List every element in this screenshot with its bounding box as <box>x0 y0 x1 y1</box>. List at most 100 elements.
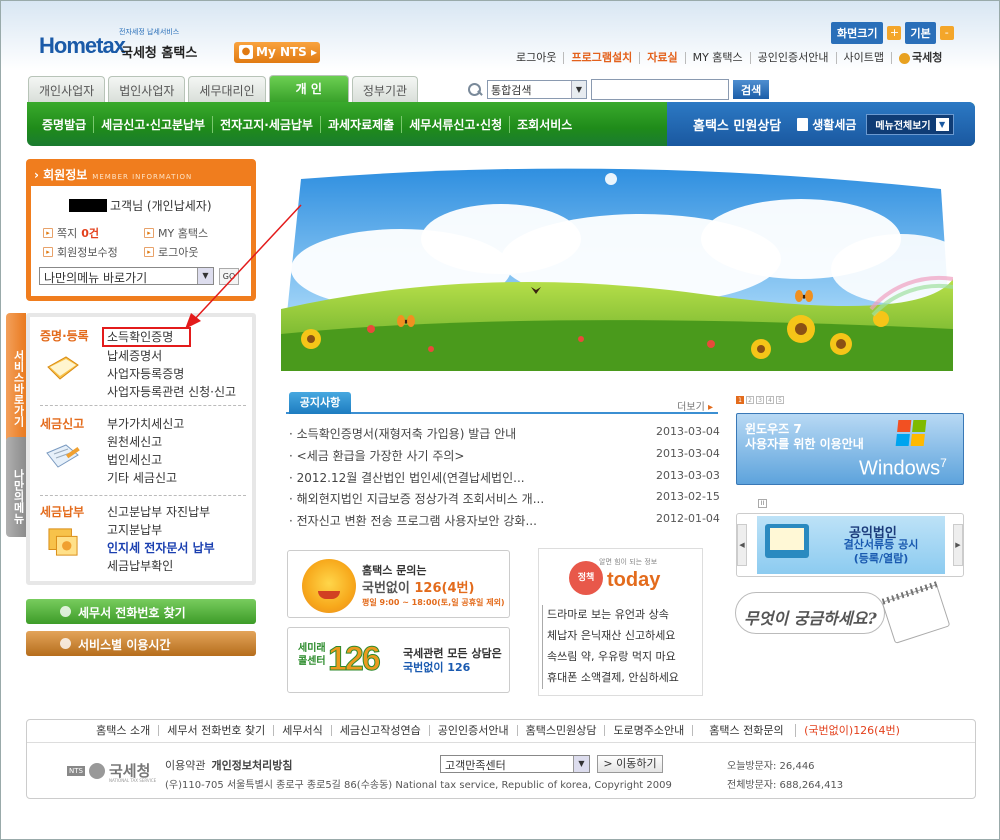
chevron-right-icon[interactable]: ▶ <box>953 524 963 566</box>
family-site-select[interactable]: 고객만족센터 ▼ <box>440 755 590 773</box>
hometax-logo[interactable]: Hometax 전자세정 납세서비스 국세청 홈택스 <box>39 27 209 67</box>
service-item-stamp-tax[interactable]: 인지세 전자문서 납부 <box>107 539 215 557</box>
gnb-item-tax-filing[interactable]: 세금신고·신고분납부 <box>93 116 212 133</box>
tab-my-menu[interactable]: 나만의메뉴 <box>6 437 26 537</box>
service-items: 신고분납부 자진납부 고지분납부 인지세 전자문서 납부 세금납부확인 <box>107 503 215 575</box>
notice-more-link[interactable]: 더보기 ▸ <box>677 398 713 413</box>
quick-menu-go-button[interactable]: GO <box>219 268 239 285</box>
top-link-my-hometax[interactable]: MY 홈택스 <box>684 52 750 64</box>
my-hometax-link[interactable]: ▸ MY 홈택스 <box>144 225 208 241</box>
policy-today-item[interactable]: 속쓰림 약, 우유랑 먹지 마요 <box>542 647 700 668</box>
tab-personal[interactable]: 개 인 <box>268 75 349 102</box>
service-item-income-cert[interactable]: 소득확인증명 <box>102 327 236 347</box>
my-nts-button[interactable]: ● My NTS ▸ <box>234 42 320 63</box>
font-default-button[interactable]: 기본 <box>905 22 936 44</box>
footer-link[interactable]: 세무서식 <box>273 725 330 736</box>
pager-page[interactable]: 4 <box>766 396 774 404</box>
chevron-left-icon[interactable]: ◀ <box>737 524 747 566</box>
tax-office-phone-button[interactable]: 세무서 전화번호 찾기 <box>26 599 256 624</box>
service-item-vat[interactable]: 부가가치세신고 <box>107 415 184 433</box>
service-hours-button[interactable]: 서비스별 이용시간 <box>26 631 256 656</box>
policy-today-item[interactable]: 체납자 은닉재산 신고하세요 <box>542 626 700 647</box>
gnb-item-document-request[interactable]: 세무서류신고·신청 <box>401 116 509 133</box>
semirae-call-center-banner[interactable]: 세미래 콜센터 126 국세관련 모든 상담은 국번없이 126 <box>287 627 510 693</box>
visitor-counter: 오늘방문자: 26,446 전체방문자: 688,264,413 <box>727 757 843 795</box>
service-item-tax-payment-cert[interactable]: 납세증명서 <box>107 347 236 365</box>
gnb-item-certificate[interactable]: 증명발급 <box>35 116 93 133</box>
top-link-program[interactable]: 프로그램설치 <box>563 52 639 64</box>
service-item-business-reg-cert[interactable]: 사업자등록증명 <box>107 365 236 383</box>
tab-individual-business[interactable]: 개인사업자 <box>28 76 106 102</box>
public-corp-link[interactable]: 공익법인 결산서류등 공시 (등록/열람) <box>757 516 945 574</box>
policy-today-item[interactable]: 드라마로 보는 유언과 상속 <box>542 605 700 626</box>
notice-tab[interactable]: 공지사항 <box>289 392 351 414</box>
privacy-link[interactable]: 개인정보처리방침 <box>211 759 292 772</box>
top-link-archive[interactable]: 자료실 <box>639 52 684 64</box>
service-item-self-payment[interactable]: 신고분납부 자진납부 <box>107 503 215 521</box>
service-item-other-tax[interactable]: 기타 세금신고 <box>107 469 184 487</box>
faq-text: 무엇이 궁금하세요? <box>744 609 877 628</box>
pager-page[interactable]: 1 <box>736 396 744 404</box>
call-banner-number: 126(4번) <box>414 581 475 596</box>
windows7-banner[interactable]: 윈도우즈 7 사용자를 위한 이용안내 Windows7 <box>736 413 964 485</box>
logo-tag: 전자세정 납세서비스 <box>119 28 180 36</box>
top-link-sitemap[interactable]: 사이트맵 <box>835 52 891 64</box>
note-link[interactable]: ▸ 쪽지 0건 <box>43 225 99 241</box>
nts-link[interactable]: 국세청 <box>891 52 949 64</box>
footer-link[interactable]: 공인인증서안내 <box>428 725 517 736</box>
top-link-cert[interactable]: 공인인증서안내 <box>749 52 836 64</box>
tab-corporate[interactable]: 법인사업자 <box>108 76 186 102</box>
pager-page[interactable]: 2 <box>746 396 754 404</box>
tab-service-shortcut[interactable]: 서비스바로가기 <box>6 313 26 443</box>
tab-tax-agent[interactable]: 세무대리인 <box>188 76 266 102</box>
search-scope-value: 통합검색 <box>491 84 532 97</box>
all-menu-button[interactable]: 메뉴전체보기 ▼ <box>866 113 954 135</box>
notice-row[interactable]: · <세금 환급을 가장한 사기 주의> 2013-03-04 <box>289 447 720 467</box>
call-center-banner[interactable]: 홈택스 문의는 국번없이 126(4번) 평일 9:00 ~ 18:00(토,일… <box>287 550 510 618</box>
global-nav: 증명발급 세금신고·신고분납부 전자고지·세금납부 과세자료제출 세무서류신고·… <box>27 102 975 146</box>
service-item-withholding[interactable]: 원천세신고 <box>107 433 184 451</box>
gnb-cs-link[interactable]: 홈택스 민원상담 <box>667 115 789 134</box>
faq-banner[interactable]: 무엇이 궁금하세요? <box>735 584 955 646</box>
notice-row[interactable]: · 2012.12월 결산법인 법인세(연결납세법인... 2013-03-03 <box>289 469 720 489</box>
top-link-logout[interactable]: 로그아웃 <box>509 52 563 64</box>
footer-link[interactable]: 세금신고작성연습 <box>330 725 429 736</box>
logout-link[interactable]: ▸ 로그아웃 <box>144 244 198 260</box>
windows7-line2: 사용자를 위한 이용안내 <box>745 437 864 451</box>
pager-page[interactable]: 5 <box>776 396 784 404</box>
search-button[interactable]: 검색 <box>733 80 770 99</box>
search-scope-select[interactable]: 통합검색 ▼ <box>487 80 587 99</box>
footer-link[interactable]: 도로명주소안내 <box>604 725 692 736</box>
pager-page[interactable]: 3 <box>756 396 764 404</box>
public-corp-line2: (등록/열람) <box>853 552 909 565</box>
quick-menu-select[interactable]: 나만의메뉴 바로가기 ▼ <box>39 267 214 285</box>
footer-link[interactable]: 홈택스민원상담 <box>516 725 605 736</box>
gnb-item-data-submit[interactable]: 과세자료제출 <box>319 116 401 133</box>
user-type: 고객님 (개인납세자) <box>110 199 212 213</box>
gnb-item-e-bill[interactable]: 전자고지·세금납부 <box>212 116 320 133</box>
tab-government[interactable]: 정부기관 <box>351 76 419 102</box>
edit-info-link[interactable]: ▸ 회원정보수정 <box>43 244 118 260</box>
font-minus-button[interactable]: - <box>939 26 954 40</box>
service-item-corporate-tax[interactable]: 법인세신고 <box>107 451 184 469</box>
footer-link[interactable]: 세무서 전화번호 찾기 <box>158 725 273 736</box>
gnb-life-tax-link[interactable]: 생활세금 <box>789 116 856 133</box>
chevron-down-icon: ▼ <box>935 117 949 131</box>
family-site-go-button[interactable]: > 이동하기 <box>597 755 663 773</box>
policy-today-item[interactable]: 휴대폰 소액결제, 안심하세요 <box>542 668 700 689</box>
headset-mascot-icon <box>302 559 356 613</box>
search-input[interactable] <box>591 79 729 100</box>
notice-row[interactable]: · 소득확인증명서(재형저축 가입용) 발급 안내 2013-03-04 <box>289 425 720 445</box>
service-category: 세금신고 <box>40 417 85 431</box>
font-plus-button[interactable]: + <box>887 26 902 40</box>
service-item-payment-check[interactable]: 세금납부확인 <box>107 557 215 575</box>
terms-link[interactable]: 이용약관 <box>165 759 205 772</box>
footer-link[interactable]: 홈택스 소개 <box>88 725 158 736</box>
service-item-business-reg-request[interactable]: 사업자등록관련 신청·신고 <box>107 383 236 401</box>
pause-icon[interactable]: II <box>758 499 767 508</box>
service-item-notice-payment[interactable]: 고지분납부 <box>107 521 215 539</box>
notice-row[interactable]: · 해외현지법인 지급보증 정상가격 조회서비스 개... 2013-02-15 <box>289 490 720 510</box>
gnb-item-inquiry[interactable]: 조회서비스 <box>509 116 579 133</box>
footer-address: (우)110-705 서울특별시 종로구 종로5길 86(수송동) Nation… <box>165 780 672 791</box>
notice-row[interactable]: · 전자신고 변환 전송 프로그램 사용자보안 강화... 2012-01-04 <box>289 512 720 532</box>
